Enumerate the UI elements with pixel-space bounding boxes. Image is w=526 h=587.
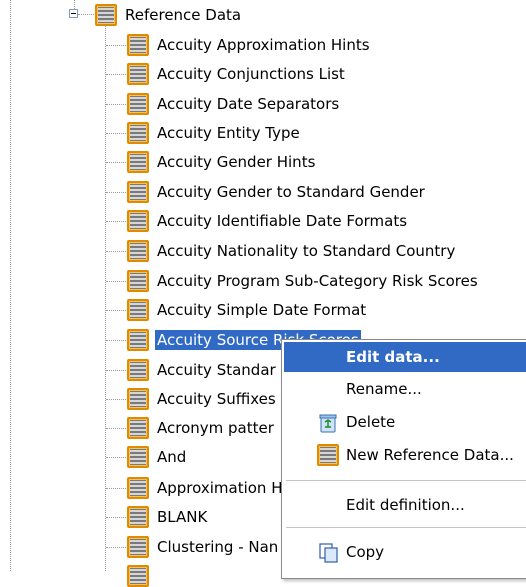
tree-node-item[interactable]: Accuity Conjunctions List [155, 64, 347, 84]
tree-node-item[interactable]: Accuity Identifiable Date Formats [155, 211, 409, 231]
menu-item-label: Rename... [346, 380, 422, 398]
tree-node-reference-data[interactable]: Reference Data [123, 5, 243, 25]
copy-icon [319, 543, 338, 563]
tree-guide [106, 221, 126, 222]
reference-data-icon [127, 240, 149, 262]
reference-data-icon [127, 329, 149, 351]
tree-node-item[interactable]: Accuity Approximation Hints [155, 35, 372, 55]
menu-item-label: Copy [346, 543, 385, 561]
menu-item-label: New Reference Data... [346, 446, 514, 464]
reference-data-icon [127, 506, 149, 528]
tree-guide [106, 281, 126, 282]
tree-node-item[interactable]: And [155, 447, 188, 467]
reference-data-icon [127, 536, 149, 558]
menu-item-delete[interactable]: Delete [284, 407, 526, 437]
tree-guide [106, 340, 126, 341]
reference-data-icon [127, 270, 149, 292]
tree-node-item[interactable]: Accuity Simple Date Format [155, 300, 368, 320]
tree-guide [106, 133, 126, 134]
tree-guide [105, 26, 106, 571]
tree-guide [106, 428, 126, 429]
menu-separator [286, 480, 526, 481]
tree-guide [106, 74, 126, 75]
menu-item-copy[interactable]: Copy [284, 537, 526, 567]
menu-item-edit-data[interactable]: Edit data... [284, 342, 526, 372]
tree-node-item[interactable]: BLANK [155, 507, 209, 527]
reference-data-icon [127, 151, 149, 173]
tree-guide [106, 251, 126, 252]
reference-data-icon [127, 477, 149, 499]
reference-data-folder-icon [95, 4, 117, 26]
menu-separator [286, 527, 526, 528]
tree-guide [10, 0, 11, 571]
tree-node-item[interactable]: Accuity Gender to Standard Gender [155, 182, 427, 202]
reference-data-icon [127, 34, 149, 56]
reference-data-icon [127, 181, 149, 203]
tree-guide [106, 517, 126, 518]
tree-guide [74, 0, 75, 9]
tree-node-item[interactable]: Acronym patter [155, 418, 276, 438]
tree-node-item[interactable]: Accuity Entity Type [155, 123, 302, 143]
reference-data-icon [127, 388, 149, 410]
menu-item-label: Edit data... [346, 348, 440, 366]
tree-guide [106, 457, 126, 458]
tree-guide [106, 488, 126, 489]
menu-item-rename[interactable]: Rename... [284, 374, 526, 404]
recycle-bin-icon [319, 414, 337, 433]
tree-guide [106, 104, 126, 105]
reference-data-icon [127, 122, 149, 144]
tree-guide [106, 547, 126, 548]
menu-item-label: Delete [346, 413, 396, 431]
collapse-icon[interactable] [69, 9, 78, 18]
context-menu: Edit data... Rename... Delete New Refere… [281, 339, 526, 579]
tree-guide [106, 399, 126, 400]
tree-guide [106, 192, 126, 193]
menu-item-new-reference-data[interactable]: New Reference Data... [284, 440, 526, 470]
tree-node-item[interactable]: Accuity Suffixes [155, 389, 278, 409]
reference-data-icon [127, 417, 149, 439]
reference-data-icon [127, 565, 149, 587]
tree-node-item[interactable]: Accuity Program Sub-Category Risk Scores [155, 271, 480, 291]
reference-data-icon [317, 444, 339, 466]
reference-data-icon [127, 446, 149, 468]
tree-node-item[interactable]: Accuity Nationality to Standard Country [155, 241, 457, 261]
tree-node-item[interactable]: Accuity Standar [155, 360, 278, 380]
reference-data-icon [127, 93, 149, 115]
tree-guide [106, 310, 126, 311]
reference-data-icon [127, 359, 149, 381]
tree-guide [78, 14, 94, 15]
menu-item-edit-definition[interactable]: Edit definition... [284, 490, 526, 520]
menu-item-label: Edit definition... [346, 496, 465, 514]
reference-data-icon [127, 210, 149, 232]
tree-node-item[interactable]: Accuity Gender Hints [155, 152, 317, 172]
tree-guide [106, 370, 126, 371]
tree-node-item[interactable]: Approximation H [155, 478, 285, 498]
reference-data-icon [127, 299, 149, 321]
tree-node-item[interactable]: Accuity Date Separators [155, 94, 341, 114]
tree-node-item[interactable]: Clustering - Nan [155, 537, 280, 557]
tree-guide [106, 162, 126, 163]
reference-data-icon [127, 63, 149, 85]
tree-guide [106, 45, 126, 46]
